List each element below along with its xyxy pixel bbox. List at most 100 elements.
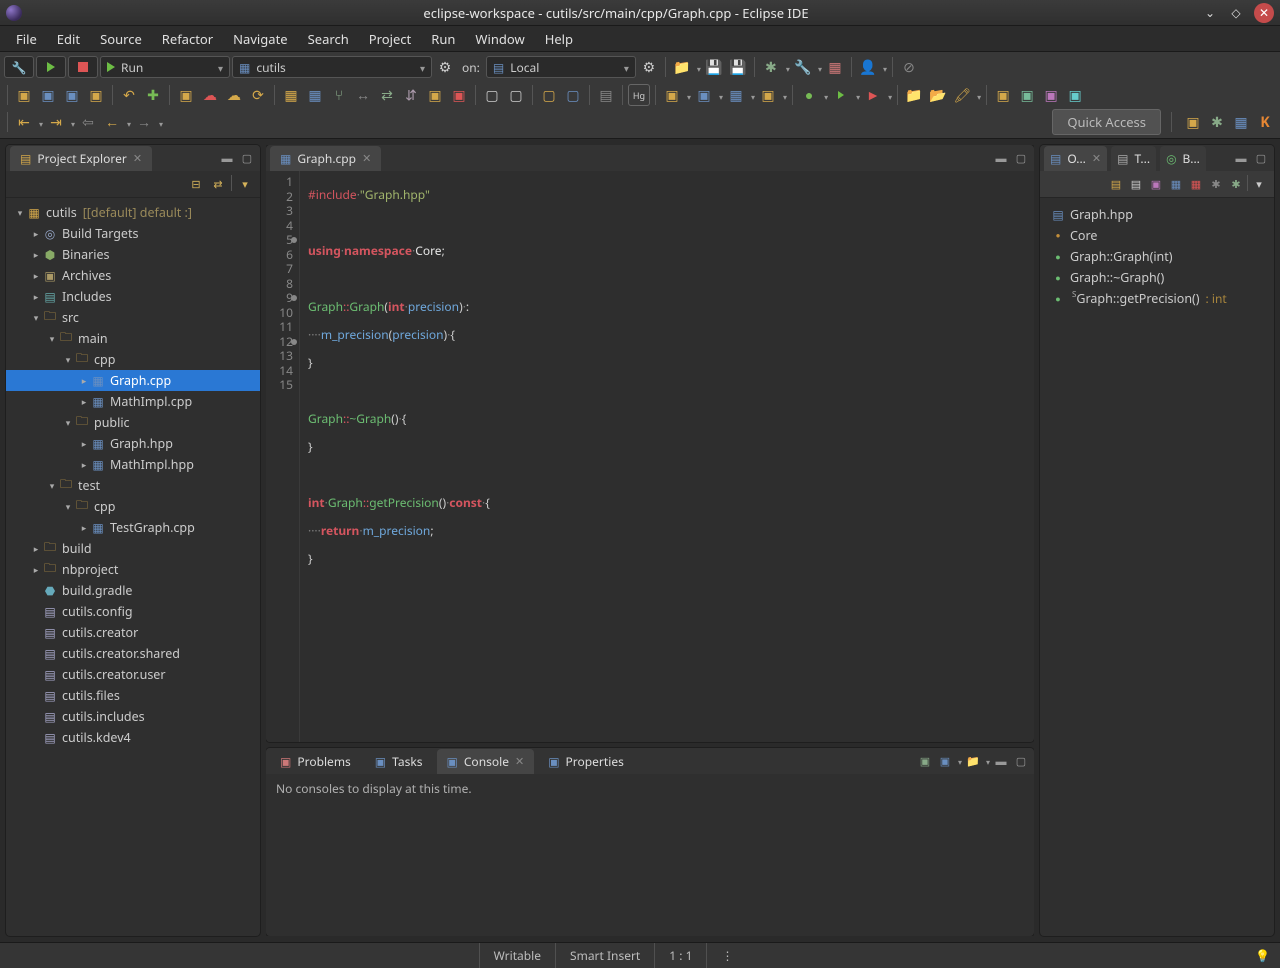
undo-icon[interactable]: ↶ (118, 84, 140, 106)
tree-file-graph-hpp[interactable]: ▸Graph.hpp (6, 433, 260, 454)
refresh-icon[interactable]: ⟳ (247, 84, 269, 106)
view-menu-icon[interactable]: ▾ (1250, 175, 1268, 193)
expand-icon[interactable]: ▸ (30, 563, 42, 576)
minimize-view-icon[interactable]: ▬ (992, 752, 1010, 770)
perspective-c-icon[interactable]: ▦ (1230, 111, 1252, 133)
new-file-icon[interactable]: 📁 (671, 56, 693, 78)
caret-icon[interactable] (781, 87, 787, 104)
editor-body[interactable]: 1 2 3 4 5 6 7 8 9 10 11 12 13 14 15 #inc… (266, 171, 1034, 742)
cloud-down-icon[interactable]: ☁ (223, 84, 245, 106)
minimize-view-icon[interactable]: ▬ (218, 149, 236, 167)
tool-icon[interactable]: ▣ (37, 84, 59, 106)
tab-project-explorer[interactable]: ▤ Project Explorer ✕ (10, 146, 152, 171)
caret-icon[interactable] (975, 87, 981, 104)
expand-icon[interactable]: ▾ (14, 206, 26, 219)
menu-refactor[interactable]: Refactor (152, 26, 223, 52)
back-far-icon[interactable]: ⇦ (77, 111, 99, 133)
branch-icon[interactable]: ⑂ (328, 84, 350, 106)
caret-icon[interactable] (886, 87, 892, 104)
menu-project[interactable]: Project (359, 26, 421, 52)
tree-binaries[interactable]: ▸Binaries (6, 244, 260, 265)
outdent-icon[interactable]: ⇥ (45, 111, 67, 133)
wrench-icon[interactable]: 🔧 (792, 56, 814, 78)
console-pin-icon[interactable]: ▣ (916, 752, 934, 770)
caret-icon[interactable] (685, 87, 691, 104)
tree-file[interactable]: cutils.kdev4 (6, 727, 260, 748)
tool-icon[interactable]: ▣ (448, 84, 470, 106)
tree-file[interactable]: cutils.includes (6, 706, 260, 727)
perspective-k-icon[interactable]: K (1254, 111, 1276, 133)
console-new-icon[interactable]: 📁 (964, 752, 982, 770)
filter-icon[interactable]: ✱ (1227, 175, 1245, 193)
minimize-view-icon[interactable]: ▬ (992, 149, 1010, 167)
folder-icon[interactable]: 📁 (903, 84, 925, 106)
profile-icon[interactable]: ► (862, 84, 884, 106)
back-icon[interactable]: ← (101, 111, 123, 133)
tree-file[interactable]: cutils.creator.user (6, 664, 260, 685)
doc-icon[interactable]: ▢ (562, 84, 584, 106)
caret-icon[interactable] (695, 59, 701, 76)
close-icon[interactable]: ✕ (1092, 151, 1101, 166)
maximize-view-icon[interactable]: ▢ (238, 149, 256, 167)
build-icon[interactable]: ✱ (760, 56, 782, 78)
expand-icon[interactable]: ▸ (78, 521, 90, 534)
caret-icon[interactable] (749, 87, 755, 104)
menu-file[interactable]: File (6, 26, 47, 52)
maximize-view-icon[interactable]: ▢ (1252, 149, 1270, 167)
tree-file-graph-cpp[interactable]: ▸Graph.cpp (6, 370, 260, 391)
menu-navigate[interactable]: Navigate (223, 26, 297, 52)
tree-archives[interactable]: ▸Archives (6, 265, 260, 286)
expand-icon[interactable]: ▸ (30, 248, 42, 261)
doc-icon[interactable]: ▢ (538, 84, 560, 106)
tree-main-cpp[interactable]: ▾cpp (6, 349, 260, 370)
tab-problems[interactable]: ▣Problems (270, 749, 361, 774)
tree-includes[interactable]: ▸Includes (6, 286, 260, 307)
menu-edit[interactable]: Edit (47, 26, 90, 52)
save-icon[interactable]: 💾 (703, 56, 725, 78)
expand-icon[interactable]: ▸ (78, 437, 90, 450)
perspective-repo-icon[interactable]: ▣ (1182, 111, 1204, 133)
line-gutter[interactable]: 1 2 3 4 5 6 7 8 9 10 11 12 13 14 15 (266, 171, 300, 742)
tool-icon[interactable]: ▣ (1016, 84, 1038, 106)
debug-button[interactable] (4, 56, 34, 78)
view-menu-icon[interactable]: ▾ (236, 175, 254, 193)
expand-icon[interactable]: ▾ (62, 416, 74, 429)
tool-icon[interactable]: ▣ (61, 84, 83, 106)
folder-open-icon[interactable]: 📂 (927, 84, 949, 106)
tree-file[interactable]: cutils.creator (6, 622, 260, 643)
expand-icon[interactable]: ▸ (30, 269, 42, 282)
outline-item[interactable]: Graph.hpp (1044, 204, 1270, 225)
filter-icon[interactable]: ✱ (1207, 175, 1225, 193)
tree-test[interactable]: ▾test (6, 475, 260, 496)
hide-nonpublic-icon[interactable]: ▦ (1187, 175, 1205, 193)
tree-main[interactable]: ▾main (6, 328, 260, 349)
expand-icon[interactable]: ▾ (62, 353, 74, 366)
user-icon[interactable]: 👤 (857, 56, 879, 78)
c-icon[interactable]: ▦ (725, 84, 747, 106)
caret-icon[interactable] (956, 752, 962, 770)
project-dropdown[interactable]: ▦cutils (232, 56, 432, 78)
minimize-view-icon[interactable]: ▬ (1232, 149, 1250, 167)
tab-graph-cpp[interactable]: ▦ Graph.cpp ✕ (270, 146, 381, 171)
caret-icon[interactable] (125, 114, 131, 131)
settings-icon[interactable]: ⚙ (434, 56, 456, 78)
tool-icon[interactable]: ▣ (85, 84, 107, 106)
outline-item[interactable]: Graph::Graph(int) (1044, 246, 1270, 267)
tool-icon[interactable]: ▦ (280, 84, 302, 106)
menu-search[interactable]: Search (298, 26, 359, 52)
tree-public[interactable]: ▾public (6, 412, 260, 433)
tool-icon[interactable]: ▣ (1064, 84, 1086, 106)
doc-icon[interactable]: ▢ (481, 84, 503, 106)
maximize-view-icon[interactable]: ▢ (1012, 752, 1030, 770)
caret-icon[interactable] (37, 114, 43, 131)
menu-source[interactable]: Source (90, 26, 152, 52)
tree-file[interactable]: build.gradle (6, 580, 260, 601)
caret-icon[interactable] (984, 752, 990, 770)
caret-icon[interactable] (717, 87, 723, 104)
caret-icon[interactable] (157, 114, 163, 131)
expand-icon[interactable]: ▾ (30, 311, 42, 324)
hg-icon[interactable]: Hg (628, 84, 650, 106)
expand-icon[interactable]: ▸ (30, 290, 42, 303)
tool-icon[interactable]: ▣ (757, 84, 779, 106)
cloud-up-icon[interactable]: ☁ (199, 84, 221, 106)
